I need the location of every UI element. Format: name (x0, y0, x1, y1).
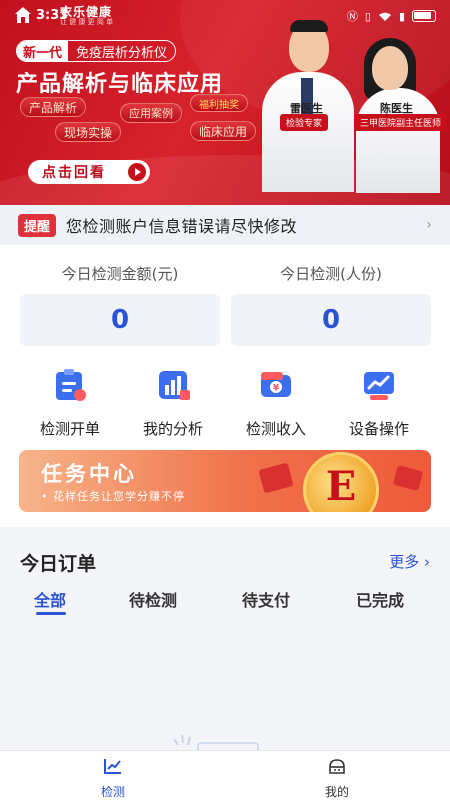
tab-pending-test[interactable]: 待检测 (129, 587, 177, 611)
task-center-banner[interactable]: 任务中心 • 花样任务让您学分赚不停 E (19, 450, 431, 512)
svg-text:¥: ¥ (273, 384, 280, 394)
menu-item-device[interactable]: 设备操作 (329, 368, 429, 439)
play-icon (128, 163, 146, 181)
nav-item-label: 我的 (324, 785, 349, 799)
signal-icon: ▮ (398, 9, 405, 23)
income-wallet-icon: ¥ (261, 372, 291, 397)
orders-more-label: 更多 (389, 553, 420, 571)
chip-product-analysis: 产品解析 (20, 97, 87, 117)
replay-button[interactable]: 点击回看 (28, 160, 150, 184)
tab-completed[interactable]: 已完成 (356, 587, 404, 611)
chip-lottery: 福利抽奖 (190, 94, 248, 112)
vibrate-icon: ▯ (364, 9, 371, 23)
task-center-subtitle: • 花样任务让您学分赚不停 (41, 490, 185, 503)
menu-item-label: 我的分析 (142, 420, 203, 438)
chevron-right-icon: › (424, 553, 430, 571)
tag-new-label: 新一代 (17, 41, 69, 61)
device-trend-icon (364, 372, 394, 400)
chart-line-icon (104, 759, 121, 774)
coin-icon: E (303, 452, 379, 512)
replay-button-label: 点击回看 (42, 165, 106, 181)
status-icons: Ⓝ ▯ ▮ (347, 8, 436, 24)
nav-item-label: 检测 (100, 785, 125, 799)
stat-amount-value: 0 (20, 294, 220, 346)
orders-more-link[interactable]: 更多 › (389, 551, 430, 572)
tab-all[interactable]: 全部 (34, 587, 66, 611)
stat-amount-label: 今日检测金额(元) (61, 265, 179, 283)
battery-icon (412, 10, 436, 22)
clipboard-icon (56, 369, 86, 401)
app-logo-text: 衣乐健康 (60, 5, 113, 19)
app-logo-subtitle: 让 健 康 更 简 单 (60, 18, 114, 26)
bottom-navigation: 检测 我的 (0, 750, 450, 800)
tab-pending-payment[interactable]: 待支付 (242, 587, 290, 611)
doctor-role: 检验专家 (280, 114, 329, 131)
menu-item-label: 检测收入 (245, 420, 306, 438)
notice-bar[interactable]: 提醒 您检测账户信息错误请尽快修改 › (0, 205, 450, 245)
menu-item-analysis[interactable]: 我的分析 (123, 368, 223, 439)
notice-text: 您检测账户信息错误请尽快修改 (66, 217, 298, 236)
chip-clinical: 临床应用 (190, 121, 257, 141)
red-envelope-icon (392, 464, 424, 492)
doctor-role: 三甲医院副主任医师 (354, 114, 448, 131)
banner-title: 产品解析与临床应用 (16, 72, 224, 97)
stat-count-label: 今日检测(人份) (280, 265, 382, 283)
doctor-hair (290, 20, 328, 32)
coin-letter: E (325, 463, 357, 510)
doctor-face (372, 46, 408, 90)
menu-item-order[interactable]: 检测开单 (20, 368, 120, 439)
chevron-right-icon: › (426, 217, 432, 233)
red-envelope-icon (258, 462, 294, 494)
tag-product-label: 免疫层析分析仪 (76, 45, 168, 61)
promo-banner[interactable]: 3:33 衣乐健康 让 健 康 更 简 单 Ⓝ ▯ ▮ 新一代 免疫层析分析仪 … (0, 0, 450, 205)
stat-count-value: 0 (231, 294, 431, 346)
nav-item-detect[interactable]: 检测 (73, 757, 153, 800)
app-logo (14, 6, 32, 24)
menu-item-label: 设备操作 (348, 420, 409, 438)
chip-onsite: 现场实操 (55, 122, 122, 142)
house-logo-icon (15, 7, 31, 23)
analysis-chart-icon (159, 371, 190, 400)
task-center-title: 任务中心 (41, 462, 137, 486)
menu-item-label: 检测开单 (39, 420, 100, 438)
profile-hat-icon (329, 759, 345, 774)
orders-title: 今日订单 (20, 553, 97, 575)
active-tab-indicator (36, 612, 66, 615)
status-bar: 3:33 衣乐健康 让 健 康 更 简 单 Ⓝ ▯ ▮ (0, 0, 450, 30)
nfc-icon: Ⓝ (346, 10, 358, 23)
chip-case: 应用案例 (120, 103, 182, 123)
nav-item-mine[interactable]: 我的 (297, 757, 377, 800)
wifi-icon (378, 12, 391, 21)
menu-item-income[interactable]: ¥ 检测收入 (226, 368, 326, 439)
notice-badge: 提醒 (18, 213, 57, 237)
new-generation-tag: 新一代 免疫层析分析仪 (16, 40, 177, 62)
